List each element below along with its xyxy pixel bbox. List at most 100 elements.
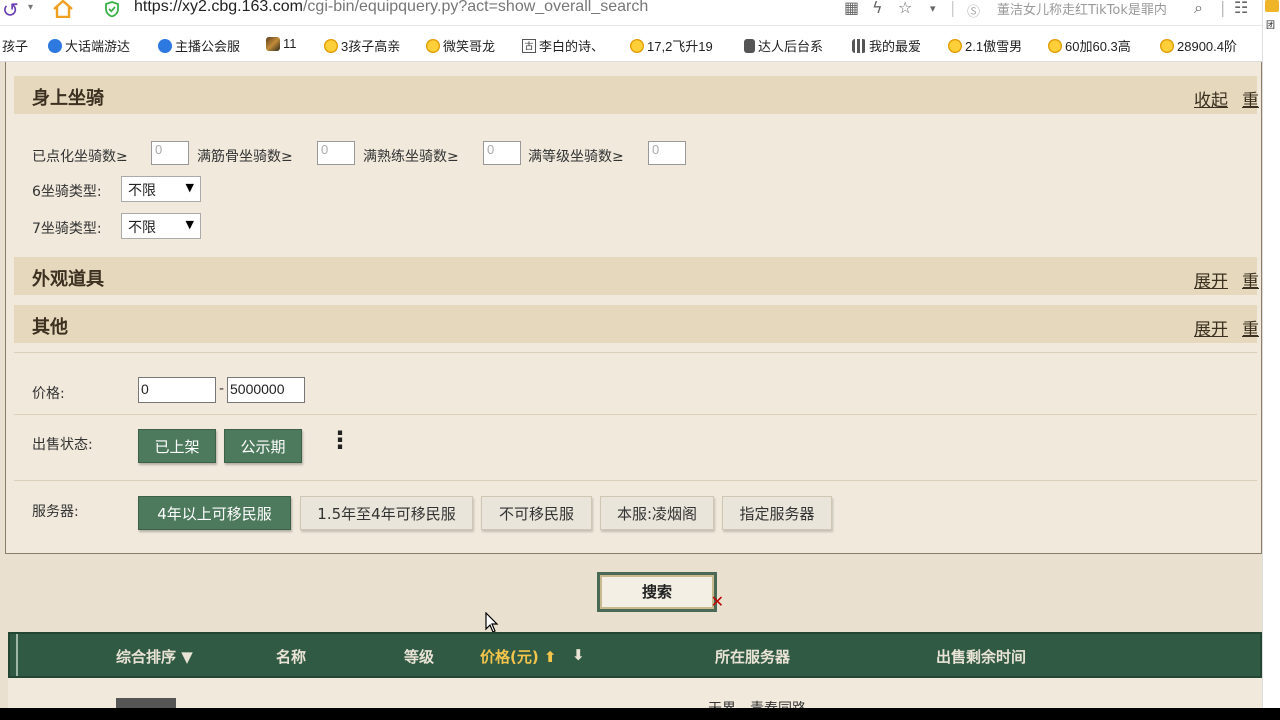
search-suggestion[interactable]: 董洁女儿称走红TikTok是罪内 <box>997 0 1187 18</box>
status-on-sale-button[interactable]: 已上架 <box>138 429 216 463</box>
divider <box>14 414 1257 415</box>
home-icon[interactable] <box>52 0 74 18</box>
time-remaining-header[interactable]: 出售剩余时间 <box>936 646 1026 667</box>
screen-bottom-border <box>0 708 1280 720</box>
mouse-cursor-icon <box>485 612 499 633</box>
server-header: 所在服务器 <box>715 648 791 666</box>
max-bone-mounts-input[interactable]: 0 <box>317 141 355 165</box>
browser-window: ↺ ▾ https://xy2.cbg.163.com/cgi-bin/equi… <box>0 0 1280 708</box>
section-title: 其他 <box>32 317 68 338</box>
reset-link[interactable]: 重 <box>1242 86 1259 111</box>
bookmark-item[interactable]: 达人后台系 <box>744 36 823 55</box>
shield-check-icon[interactable] <box>104 1 120 17</box>
filter-label: 满熟练坐骑数≥ <box>363 149 459 165</box>
name-header: 名称 <box>276 648 307 666</box>
chevron-down-icon[interactable]: ▾ <box>28 2 33 13</box>
collapse-link[interactable]: 收起 <box>1194 86 1228 111</box>
mount-type-6-select[interactable]: 不限 ▼ <box>121 176 201 202</box>
sale-status-label: 出售状态: <box>32 437 93 453</box>
price-max-input[interactable]: 5000000 <box>227 377 305 403</box>
decoration <box>10 634 18 676</box>
bookmark-item[interactable]: 古李白的诗、 <box>522 36 604 55</box>
divider <box>14 480 1257 481</box>
level-header[interactable]: 等级 <box>404 646 434 667</box>
price-separator: - <box>219 381 225 397</box>
yellow-face-icon <box>948 38 962 53</box>
search-engine-icon[interactable]: Ⓢ <box>967 1 980 20</box>
server-1-5-to-4yr-button[interactable]: 1.5年至4年可移民服 <box>300 496 473 530</box>
bookmark-item[interactable]: 60加60.3高 <box>1048 36 1131 55</box>
bookmark-label: 11 <box>283 36 297 51</box>
sort-composite-header[interactable]: 综合排序 ▼ <box>116 646 193 667</box>
filter-label: 满等级坐骑数≥ <box>528 149 624 165</box>
bookmark-label: 60加60.3高 <box>1065 39 1131 54</box>
bookmark-item[interactable]: 2.1傲雪男 <box>948 36 1022 55</box>
more-options-icon[interactable]: ⋮ <box>328 428 352 452</box>
filter-label: 满筋骨坐骑数≥ <box>197 149 293 165</box>
gu-icon: 古 <box>522 38 536 53</box>
section-header-other: 其他 展开 重 <box>14 305 1259 343</box>
server-non-migratable-button[interactable]: 不可移民服 <box>481 496 592 530</box>
max-level-mounts-input[interactable]: 0 <box>648 141 686 165</box>
filter-label: 已点化坐骑数≥ <box>32 149 128 165</box>
divider <box>14 352 1257 353</box>
bookmark-label: 孩子 <box>2 39 29 54</box>
bookmark-label: 我的最爱 <box>869 39 922 54</box>
star-icon[interactable]: ☆ <box>898 0 912 17</box>
bookmark-item[interactable]: 28900.4阶 <box>1160 36 1237 55</box>
url-host: https://xy2.cbg.163.com <box>134 0 303 15</box>
yellow-face-icon <box>1160 38 1174 53</box>
bookmark-item[interactable]: 我的最爱 <box>852 36 921 55</box>
bookmark-item[interactable]: 大话端游达 <box>48 36 130 55</box>
section-title: 外观道具 <box>32 269 104 290</box>
bookmark-label: 主播公会服 <box>175 39 241 54</box>
price-min-input[interactable]: 0 <box>138 377 216 403</box>
expand-link[interactable]: 展开 <box>1194 315 1228 340</box>
search-icon[interactable]: ⌕ <box>1194 0 1203 18</box>
section-header-mounts: 身上坐骑 收起 重 <box>14 76 1259 114</box>
search-button[interactable]: 搜索 ✕ <box>597 572 724 612</box>
qr-code-icon[interactable]: ▦ <box>844 0 859 17</box>
bookmark-label: 大话端游达 <box>65 39 131 54</box>
item-thumbnail[interactable] <box>116 698 176 708</box>
side-panel-label: 团 <box>1266 21 1276 31</box>
blue-c-icon <box>48 38 62 53</box>
blue-c-icon <box>158 38 172 53</box>
dropdown-arrow-icon: ▼ <box>185 218 194 231</box>
mount-type-7-select[interactable]: 不限 ▼ <box>121 213 201 239</box>
bookmark-item[interactable]: 11 <box>266 36 297 51</box>
server-specify-button[interactable]: 指定服务器 <box>722 496 832 530</box>
bookmark-label: 达人后台系 <box>758 39 824 54</box>
divider: | <box>950 0 956 17</box>
server-4yr-migratable-button[interactable]: 4年以上可移民服 <box>138 496 291 530</box>
bookmark-label: 李白的诗、 <box>539 39 605 54</box>
status-public-period-button[interactable]: 公示期 <box>224 429 302 463</box>
chevron-down-icon[interactable]: ▾ <box>930 2 936 15</box>
bookmark-label: 28900.4阶 <box>1177 39 1237 54</box>
reset-link[interactable]: 重 <box>1242 267 1259 292</box>
row-server-cell: 天界 - 青春同路 <box>708 698 806 708</box>
url-field[interactable]: https://xy2.cbg.163.com/cgi-bin/equipque… <box>134 0 648 16</box>
enlightened-mounts-input[interactable]: 0 <box>151 141 189 165</box>
lightning-icon[interactable]: ϟ <box>872 0 883 17</box>
note-icon[interactable] <box>1265 0 1279 12</box>
apps-icon[interactable]: ☷ <box>1234 0 1248 17</box>
back-icon[interactable]: ↺ <box>2 0 19 22</box>
reset-link[interactable]: 重 <box>1242 315 1259 340</box>
bookmark-item[interactable]: 3孩子高亲 <box>324 36 400 55</box>
bookmark-item[interactable]: 17,2飞升19 <box>630 36 713 55</box>
bookmark-item[interactable]: 孩子 <box>2 36 28 55</box>
max-skill-mounts-input[interactable]: 0 <box>483 141 521 165</box>
yellow-face-icon <box>426 38 440 53</box>
server-label: 服务器: <box>32 504 79 520</box>
bookmark-item[interactable]: 主播公会服 <box>158 36 240 55</box>
server-current-button[interactable]: 本服:凌烟阁 <box>600 496 714 530</box>
price-sort-header[interactable]: 价格(元) ⬆ <box>480 646 557 667</box>
dropdown-arrow-icon: ▼ <box>185 181 194 194</box>
search-button-label: 搜索 <box>641 583 672 601</box>
price-sort-desc-icon[interactable]: ⬇ <box>572 646 585 664</box>
expand-link[interactable]: 展开 <box>1194 267 1228 292</box>
results-table-header: 综合排序 ▼ 名称 等级 价格(元) ⬆ ⬇ 所在服务器 出售剩余时间 <box>8 632 1262 678</box>
url-path: /cgi-bin/equipquery.py?act=show_overall_… <box>302 0 649 15</box>
bookmark-item[interactable]: 微笑哥龙 <box>426 36 495 55</box>
